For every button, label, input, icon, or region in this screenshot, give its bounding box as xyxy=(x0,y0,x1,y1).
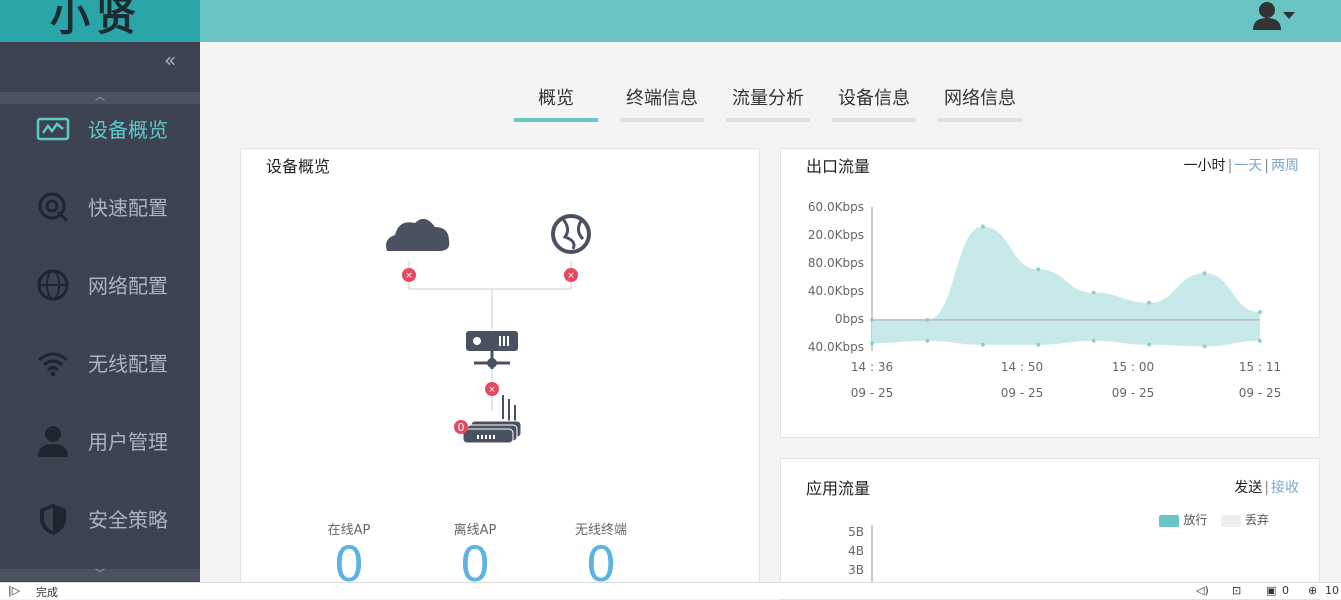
data-point xyxy=(1036,267,1041,272)
zoom-value: 10 xyxy=(1325,584,1339,597)
data-point xyxy=(1091,338,1096,343)
quick-config-icon xyxy=(38,192,69,223)
svg-text:×: × xyxy=(405,271,413,281)
error-badge-icon: × xyxy=(564,268,578,282)
tab-bar: 概览 终端信息 流量分析 设备信息 网络信息 xyxy=(200,42,1341,148)
x-tick-label: 15 : 11 xyxy=(1239,360,1281,374)
sidebar-item-user-management[interactable]: 用户管理 xyxy=(0,410,200,470)
logo: 小贤 xyxy=(0,0,200,42)
sidebar-item-label: 快速配置 xyxy=(88,196,168,220)
y-tick-label: 60.0Kbps xyxy=(808,200,864,214)
sidebar: « ︿ 设备概览 快速配置 网络配置 无线配置 用户管理 安全策略 ﹀ xyxy=(0,42,200,582)
data-point xyxy=(1202,344,1207,349)
series-area-upstream xyxy=(872,226,1260,320)
sidebar-item-label: 网络配置 xyxy=(88,274,168,298)
data-point xyxy=(925,317,930,322)
topology-diagram: × × × 0 xyxy=(386,214,591,444)
series-area-downstream xyxy=(872,319,1260,347)
data-point xyxy=(870,317,874,322)
y-tick-label: 3B xyxy=(848,563,864,577)
data-point xyxy=(870,341,874,346)
tab-label: 概览 xyxy=(538,88,574,109)
y-tick-label: 80.0Kbps xyxy=(808,256,864,270)
x-tick-label: 15 : 00 xyxy=(1112,360,1154,374)
y-tick-label: 40.0Kbps xyxy=(808,284,864,298)
wifi-icon xyxy=(38,352,68,377)
scroll-down-button[interactable]: ﹀ xyxy=(0,569,200,581)
gateway-device-icon xyxy=(466,331,518,369)
stat-label: 无线终端 xyxy=(574,523,627,538)
data-point xyxy=(1147,300,1152,305)
sidebar-item-label: 安全策略 xyxy=(88,508,168,532)
x-tick-label: 14 : 36 xyxy=(851,360,893,374)
x-tick-label: 14 : 50 xyxy=(1001,360,1043,374)
sidebar-item-wireless-config[interactable]: 无线配置 xyxy=(0,332,200,392)
tab-terminal-info[interactable]: 终端信息 xyxy=(620,84,704,122)
cache-icon[interactable]: ⊡ xyxy=(1232,584,1241,597)
egress-traffic-card: 出口流量 一小时 | 一天 | 两周 60.0Kbps 20.0Kbps 80.0Kbps 4… xyxy=(780,148,1320,438)
tab-label: 设备信息 xyxy=(838,88,910,109)
error-badge-icon: × xyxy=(485,382,499,396)
x-tick-label: 09 - 25 xyxy=(1239,386,1282,400)
egress-traffic-chart: 60.0Kbps 20.0Kbps 80.0Kbps 40.0Kbps 0bps 40.0… xyxy=(808,200,1282,400)
user-menu-icon[interactable] xyxy=(1250,0,1300,34)
sidebar-item-device-overview[interactable]: 设备概览 xyxy=(0,98,200,158)
y-tick-label: 5B xyxy=(848,525,864,539)
app-traffic-chart: 5B 4B 3B xyxy=(848,525,873,583)
sidebar-item-label: 用户管理 xyxy=(88,430,168,454)
shield-icon xyxy=(40,504,66,535)
top-bar xyxy=(0,0,1341,42)
cloud-icon xyxy=(386,218,450,251)
tab-overview[interactable]: 概览 xyxy=(514,84,598,122)
device-overview-card: 设备概览 × × × 0 在线AP 0 离线AP 0 无线终端 0 xyxy=(240,148,760,592)
tab-device-info[interactable]: 设备信息 xyxy=(832,84,916,122)
data-point xyxy=(1147,342,1152,347)
error-badge-icon: × xyxy=(402,268,416,282)
y-tick-label: 40.0Kbps xyxy=(808,340,864,354)
data-point xyxy=(925,338,930,343)
stat-label: 离线AP xyxy=(453,523,497,538)
tab-traffic-analysis[interactable]: 流量分析 xyxy=(726,84,810,122)
x-tick-label: 09 - 25 xyxy=(1112,386,1155,400)
tab-label: 流量分析 xyxy=(732,88,804,109)
sidebar-item-label: 无线配置 xyxy=(88,352,168,376)
y-tick-label: 0bps xyxy=(835,312,864,326)
sidebar-item-network-config[interactable]: 网络配置 xyxy=(0,254,200,314)
ap-count-badge: 0 xyxy=(454,420,468,434)
tab-label: 网络信息 xyxy=(944,88,1016,109)
logo-text: 小贤 xyxy=(50,0,142,40)
x-tick-label: 09 - 25 xyxy=(851,386,894,400)
data-point xyxy=(1202,271,1207,276)
svg-text:×: × xyxy=(567,271,575,281)
sidebar-item-label: 设备概览 xyxy=(88,118,168,142)
chart-line-icon xyxy=(36,117,70,141)
data-point xyxy=(980,224,985,229)
counter-icon[interactable]: ▣ xyxy=(1266,584,1276,597)
x-tick-label: 09 - 25 xyxy=(1001,386,1044,400)
svg-text:0: 0 xyxy=(458,421,465,434)
zoom-icon[interactable]: ⊕ xyxy=(1308,584,1317,597)
globe-icon xyxy=(37,269,69,301)
svg-text:×: × xyxy=(488,385,496,395)
stat-label: 在线AP xyxy=(327,523,371,538)
data-point xyxy=(1036,342,1041,347)
app-traffic-card: 应用流量 发送 | 接收 放行 丢弃 5B 4B 3B xyxy=(780,458,1320,600)
y-tick-label: 4B xyxy=(848,544,864,558)
counter-value: 0 xyxy=(1282,584,1289,597)
page-status-icon: |▷ xyxy=(8,584,21,597)
data-point xyxy=(1258,310,1262,315)
sidebar-item-quick-config[interactable]: 快速配置 xyxy=(0,176,200,236)
user-icon xyxy=(38,426,68,457)
speaker-icon[interactable]: ◁) xyxy=(1196,584,1209,597)
sidebar-item-security-policy[interactable]: 安全策略 xyxy=(0,488,200,548)
tab-network-info[interactable]: 网络信息 xyxy=(938,84,1022,122)
collapse-sidebar-icon[interactable]: « xyxy=(164,48,176,72)
internet-globe-icon xyxy=(551,214,591,254)
data-point xyxy=(980,342,985,347)
data-point xyxy=(1091,290,1096,295)
status-bar: |▷ 完成 ◁) ⊡ ▣ 0 ⊕ 10 xyxy=(0,582,1341,599)
y-tick-label: 20.0Kbps xyxy=(808,228,864,242)
tab-label: 终端信息 xyxy=(626,88,698,109)
data-point xyxy=(1258,338,1262,343)
